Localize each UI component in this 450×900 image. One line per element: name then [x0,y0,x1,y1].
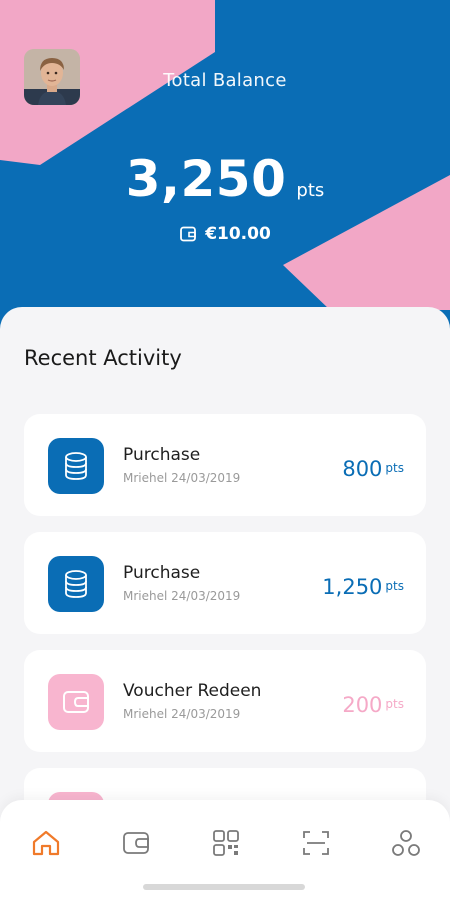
activity-subtitle: Mriehel 24/03/2019 [123,707,241,721]
balance-unit: pts [296,180,325,201]
points-value: 1,250 [322,575,383,599]
points-unit: pts [385,697,404,711]
coins-icon [48,556,104,612]
activity-points: 1,250 pts [322,575,404,599]
balance-value: 3,250 [125,150,287,208]
activity-item[interactable]: Purchase Mriehel 24/03/2019 1,250 pts [24,532,426,634]
qr-code-icon[interactable] [209,826,243,860]
cash-value: €10.00 [205,224,271,244]
wallet-icon[interactable] [119,826,153,860]
activity-title: Purchase [123,563,201,583]
cash-balance: €10.00 [0,224,450,244]
activity-item[interactable]: Purchase Mriehel 24/03/2019 800 pts [24,414,426,516]
activity-subtitle: Mriehel 24/03/2019 [123,471,241,485]
points-value: 800 [342,457,383,481]
scan-icon[interactable] [299,826,333,860]
activity-item[interactable]: Voucher Redeen Mriehel 24/03/2019 200 pt… [24,650,426,752]
home-indicator [143,884,305,890]
coins-icon [48,438,104,494]
activity-points: 200 pts [342,693,404,717]
points-unit: pts [385,461,404,475]
activity-subtitle: Mriehel 24/03/2019 [123,589,241,603]
more-icon[interactable] [389,826,423,860]
section-title: Recent Activity [24,346,182,370]
home-icon[interactable] [29,826,63,860]
wallet-icon [48,674,104,730]
activity-title: Purchase [123,445,201,465]
points-unit: pts [385,579,404,593]
activity-points: 800 pts [342,457,404,481]
points-value: 200 [342,693,383,717]
wallet-icon [180,226,197,242]
balance-label: Total Balance [163,70,287,91]
activity-title: Voucher Redeen [123,681,262,701]
balance-row: 3,250 pts [0,150,450,208]
